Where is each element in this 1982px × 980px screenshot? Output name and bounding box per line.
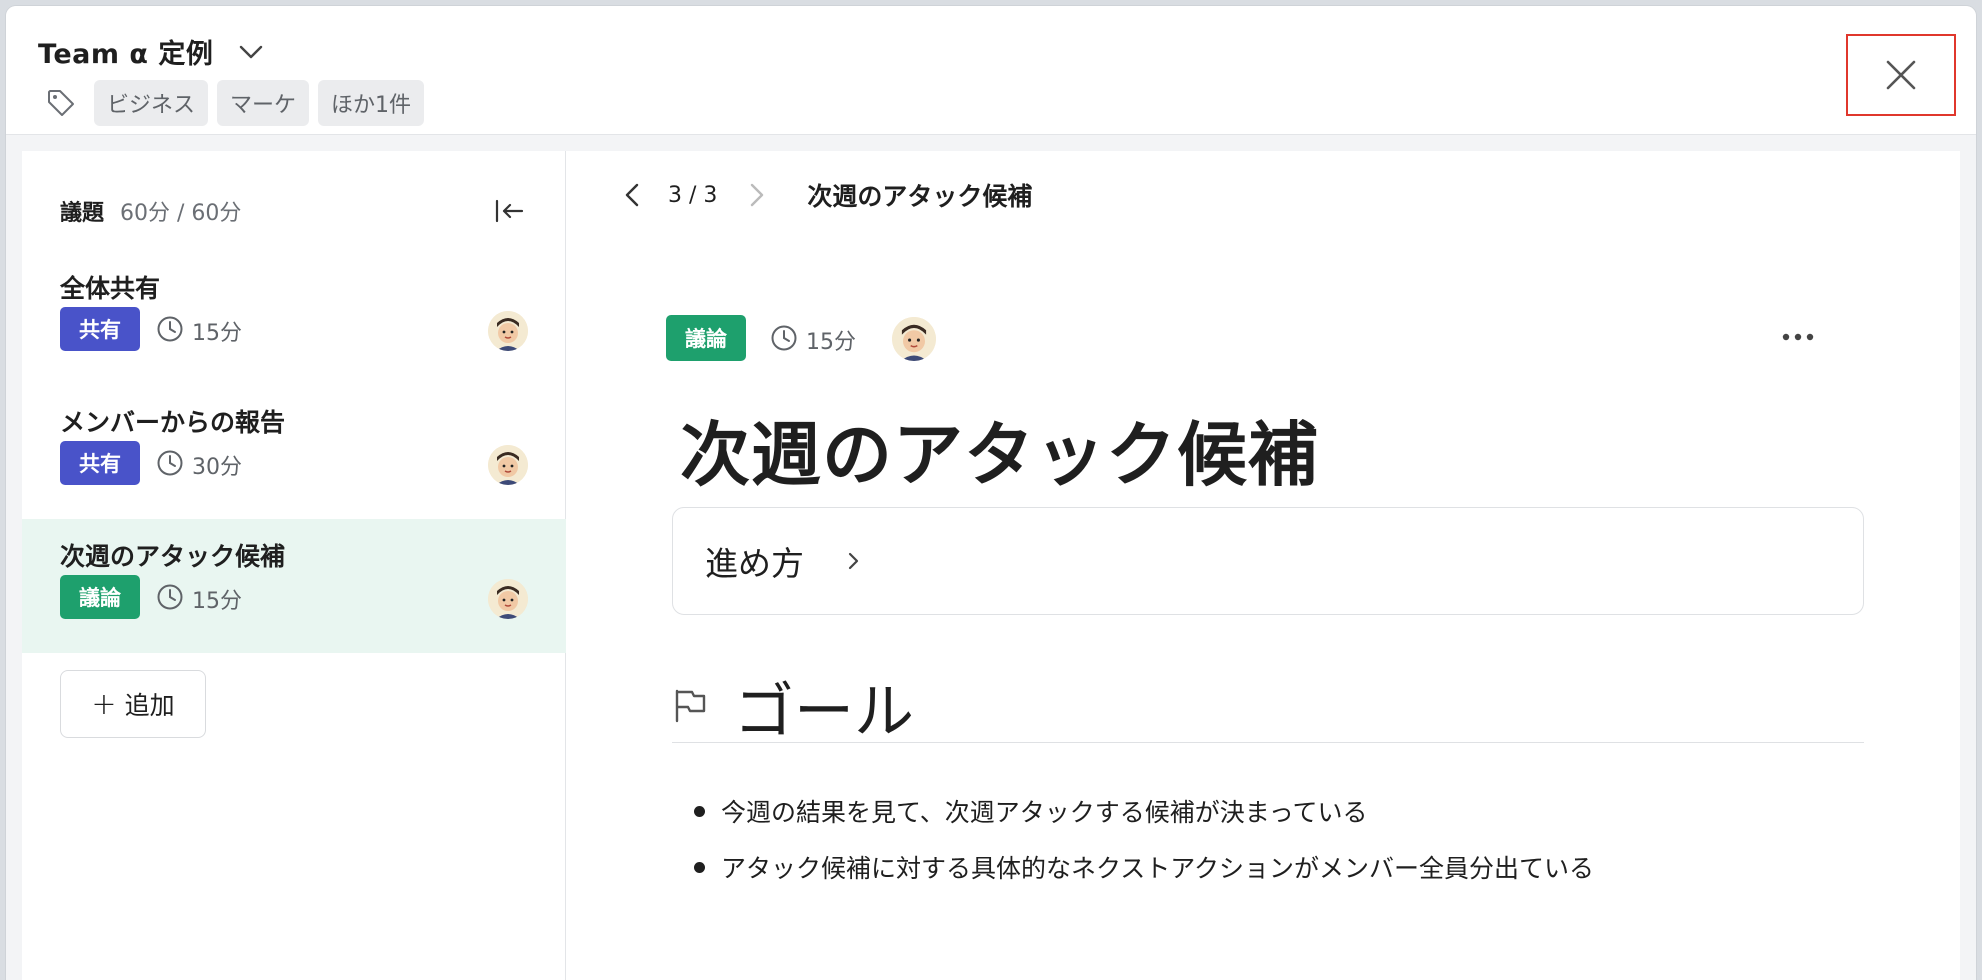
clock-icon xyxy=(771,325,797,351)
avatar[interactable] xyxy=(488,579,528,619)
agenda-item-duration: 15分 xyxy=(192,589,242,614)
agenda-detail: 3 / 3 次週のアタック候補 議論 15分 次週のアタック候補 進め方 ゴール xyxy=(566,151,1960,980)
pager: 3 / 3 次週のアタック候補 xyxy=(616,175,1032,215)
list-item[interactable]: アタック候補に対する具体的なネクストアクションがメンバー全員分出ている xyxy=(694,839,1594,895)
prev-agenda-button[interactable] xyxy=(616,175,648,215)
howto-label: 進め方 xyxy=(705,544,804,583)
agenda-sidebar: 議題 60分 / 60分 全体共有 共有 15分 メンバーからの報告 共有 30… xyxy=(22,151,566,980)
collapse-sidebar-button[interactable] xyxy=(490,193,530,229)
list-item[interactable]: 今週の結果を見て、次週アタックする候補が決まっている xyxy=(694,783,1594,839)
sidebar-header: 議題 60分 / 60分 xyxy=(60,195,241,227)
chevron-right-icon xyxy=(848,552,859,570)
agenda-item-title: メンバーからの報告 xyxy=(60,408,286,437)
agenda-item-title: 全体共有 xyxy=(60,274,161,303)
agenda-title[interactable]: 次週のアタック候補 xyxy=(680,399,1319,500)
clock-icon xyxy=(157,450,183,476)
plus-icon: + xyxy=(91,686,117,722)
agenda-meta: 議論 15分 xyxy=(666,313,1866,361)
meeting-title: Team α 定例 xyxy=(38,39,214,70)
clock-icon xyxy=(157,584,183,610)
sidebar-time-summary: 60分 / 60分 xyxy=(120,201,242,226)
tag-marketing[interactable]: マーケ xyxy=(217,80,310,126)
goal-heading-row: ゴール xyxy=(672,663,1864,747)
add-agenda-label: 追加 xyxy=(124,691,175,720)
howto-expander[interactable]: 進め方 xyxy=(672,507,1864,615)
chevron-left-icon xyxy=(625,183,639,207)
agenda-item-duration: 15分 xyxy=(192,321,242,346)
agenda-item-title: 次週のアタック候補 xyxy=(60,542,286,571)
bullet-dot xyxy=(694,861,705,873)
agenda-item-duration: 30分 xyxy=(192,455,242,480)
agenda-type-badge: 共有 xyxy=(60,441,140,485)
goal-text: 今週の結果を見て、次週アタックする候補が決まっている xyxy=(721,798,1368,827)
more-horizontal-icon xyxy=(1782,333,1814,341)
goal-list: 今週の結果を見て、次週アタックする候補が決まっている アタック候補に対する具体的… xyxy=(694,783,1594,895)
tag-business[interactable]: ビジネス xyxy=(94,80,209,126)
close-icon xyxy=(1886,60,1916,90)
pager-title: 次週のアタック候補 xyxy=(807,182,1033,211)
agenda-item-selected[interactable]: 次週のアタック候補 議論 15分 xyxy=(22,519,566,653)
chevron-right-icon xyxy=(751,183,764,207)
tag-more[interactable]: ほか1件 xyxy=(318,80,425,126)
goal-text: アタック候補に対する具体的なネクストアクションがメンバー全員分出ている xyxy=(721,854,1595,883)
tags-row: ビジネス マーケ ほか1件 xyxy=(46,80,433,126)
agenda-type-badge: 共有 xyxy=(60,307,140,351)
bullet-dot xyxy=(694,805,705,817)
goal-heading: ゴール xyxy=(734,677,914,747)
avatar[interactable] xyxy=(488,445,528,485)
close-button[interactable] xyxy=(1846,34,1956,116)
tag-icon xyxy=(46,86,80,120)
flag-icon xyxy=(675,689,706,723)
modal-header: Team α 定例 ビジネス マーケ ほか1件 xyxy=(6,6,1976,135)
chevron-down-icon[interactable] xyxy=(237,38,265,66)
clock-icon xyxy=(157,316,183,342)
agenda-item[interactable]: 全体共有 共有 15分 xyxy=(22,251,566,385)
agenda-type-badge: 議論 xyxy=(60,575,140,619)
agenda-duration: 15分 xyxy=(806,330,856,355)
agenda-type-badge: 議論 xyxy=(666,315,746,361)
collapse-left-icon xyxy=(495,199,524,223)
agenda-modal: Team α 定例 ビジネス マーケ ほか1件 議題 60分 / 60分 全体共… xyxy=(6,6,1976,980)
more-options-button[interactable] xyxy=(1778,321,1818,353)
title-row: Team α 定例 xyxy=(38,32,265,71)
add-agenda-button[interactable]: + 追加 xyxy=(60,670,206,738)
next-agenda-button[interactable] xyxy=(741,175,773,215)
pager-position: 3 / 3 xyxy=(668,182,718,208)
avatar[interactable] xyxy=(488,311,528,351)
sidebar-heading: 議題 xyxy=(60,201,105,226)
avatar[interactable] xyxy=(892,317,936,361)
agenda-item[interactable]: メンバーからの報告 共有 30分 xyxy=(22,385,566,519)
